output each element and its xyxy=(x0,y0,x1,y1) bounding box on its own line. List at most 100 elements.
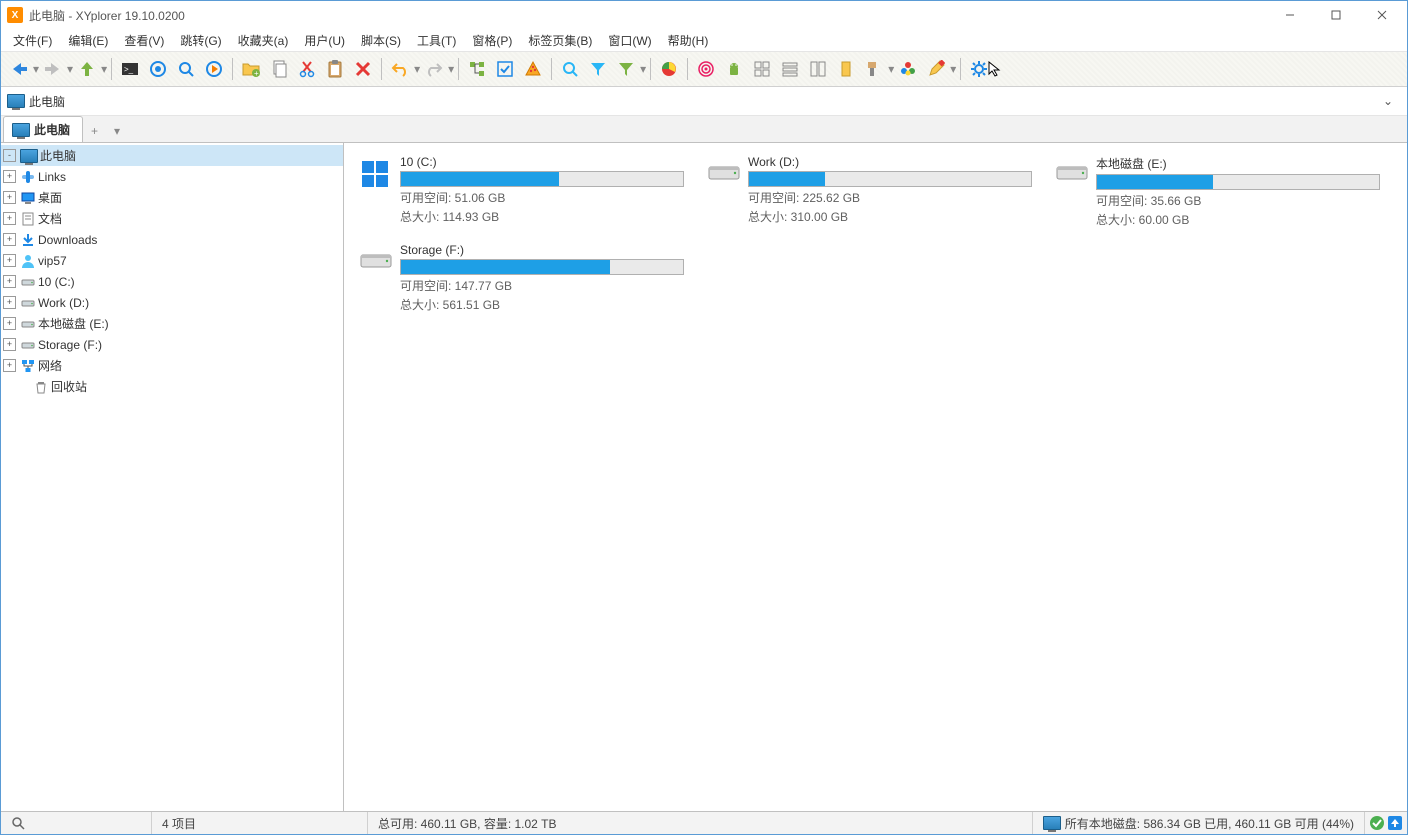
monitor-icon xyxy=(20,149,38,163)
funnel-green-icon[interactable] xyxy=(614,57,638,81)
search-icon[interactable] xyxy=(558,57,582,81)
tree-pane: -此电脑 + Links +桌面+文档+Downloads+vip57+10 (C:)… xyxy=(1,143,344,811)
menu-查看v[interactable]: 查看(V) xyxy=(116,30,172,51)
titlebar: X 此电脑 - XYplorer 19.10.0200 xyxy=(1,1,1407,29)
chart-icon[interactable] xyxy=(657,57,681,81)
grid-small-icon[interactable] xyxy=(750,57,774,81)
pencil-icon[interactable] xyxy=(924,57,948,81)
tree-item-downloads[interactable]: +Downloads xyxy=(1,229,343,250)
funnel-blue-icon[interactable] xyxy=(586,57,610,81)
drive-item[interactable]: 本地磁盘 (E:)可用空间: 35.66 GB总大小: 60.00 GB xyxy=(1040,151,1388,239)
paste-icon[interactable] xyxy=(323,57,347,81)
drive-item[interactable]: 10 (C:)可用空间: 51.06 GB总大小: 114.93 GB xyxy=(344,151,692,239)
minimize-button[interactable] xyxy=(1267,1,1313,29)
tree-label: 网络 xyxy=(38,357,62,374)
tree-item-workd[interactable]: +Work (D:) xyxy=(1,292,343,313)
menu-窗格p[interactable]: 窗格(P) xyxy=(464,30,520,51)
play-circle-icon[interactable] xyxy=(202,57,226,81)
tree-expand[interactable]: + xyxy=(3,275,16,288)
redo-icon[interactable] xyxy=(422,57,446,81)
user-icon xyxy=(20,253,36,269)
tree-expand[interactable]: + xyxy=(3,170,16,183)
drive-item[interactable]: Work (D:)可用空间: 225.62 GB总大小: 310.00 GB xyxy=(692,151,1040,239)
new-folder-icon[interactable]: + xyxy=(239,57,263,81)
tree-item-vip57[interactable]: +vip57 xyxy=(1,250,343,271)
drive-bar xyxy=(400,171,684,187)
status-search[interactable] xyxy=(1,812,152,834)
tree-item-[interactable]: -此电脑 xyxy=(1,145,343,166)
spiral-icon[interactable] xyxy=(694,57,718,81)
status-disks: 所有本地磁盘: 586.34 GB 已用, 460.11 GB 可用 (44%) xyxy=(1033,812,1365,834)
menu-编辑e[interactable]: 编辑(E) xyxy=(60,30,116,51)
tree-expand[interactable]: + xyxy=(3,254,16,267)
brush-icon[interactable] xyxy=(862,57,886,81)
up-button[interactable] xyxy=(75,57,99,81)
menu-帮助h[interactable]: 帮助(H) xyxy=(660,30,717,51)
up-dropdown[interactable]: ▾ xyxy=(101,62,107,76)
tree-item-10c[interactable]: +10 (C:) xyxy=(1,271,343,292)
menu-标签页集b[interactable]: 标签页集(B) xyxy=(520,30,600,51)
tab-list-button[interactable]: ▾ xyxy=(106,120,128,142)
tree-label: Links xyxy=(38,170,66,184)
menu-窗口w[interactable]: 窗口(W) xyxy=(600,30,659,51)
tree-item-e[interactable]: +本地磁盘 (E:) xyxy=(1,313,343,334)
redo-dropdown[interactable]: ▾ xyxy=(448,62,454,76)
search-icon xyxy=(11,816,25,830)
undo-icon[interactable] xyxy=(388,57,412,81)
up-icon[interactable] xyxy=(1387,815,1403,831)
drive-icon xyxy=(700,155,748,235)
menu-跳转g[interactable]: 跳转(G) xyxy=(172,30,229,51)
tree-expand[interactable]: + xyxy=(3,191,16,204)
tree-expand[interactable]: + xyxy=(3,212,16,225)
select-icon[interactable] xyxy=(493,57,517,81)
pencil-dropdown[interactable]: ▾ xyxy=(950,62,956,76)
drive-free: 可用空间: 35.66 GB xyxy=(1096,192,1380,209)
menu-用户u[interactable]: 用户(U) xyxy=(296,30,353,51)
columns-icon[interactable] xyxy=(806,57,830,81)
address-dropdown[interactable]: ⌄ xyxy=(1375,94,1401,108)
delete-icon[interactable] xyxy=(351,57,375,81)
funnel-dropdown[interactable]: ▾ xyxy=(640,62,646,76)
tree-item-[interactable]: +文档 xyxy=(1,208,343,229)
highlight-icon[interactable] xyxy=(834,57,858,81)
menu-文件f[interactable]: 文件(F) xyxy=(5,30,60,51)
tree-item-links[interactable]: + Links xyxy=(1,166,343,187)
color-wheel-icon[interactable] xyxy=(896,57,920,81)
tree-expand[interactable]: + xyxy=(3,296,16,309)
tree-expand[interactable]: + xyxy=(3,338,16,351)
tree-expand[interactable]: + xyxy=(3,359,16,372)
pizza-icon[interactable] xyxy=(521,57,545,81)
menu-工具t[interactable]: 工具(T) xyxy=(409,30,464,51)
menu-收藏夹a[interactable]: 收藏夹(a) xyxy=(230,30,297,51)
ok-icon xyxy=(1369,815,1385,831)
tree-expand[interactable]: - xyxy=(3,149,16,162)
tab-add-button[interactable]: + xyxy=(83,120,106,142)
maximize-button[interactable] xyxy=(1313,1,1359,29)
close-button[interactable] xyxy=(1359,1,1405,29)
tree-icon[interactable] xyxy=(465,57,489,81)
back-button[interactable] xyxy=(7,57,31,81)
status-summary: 总可用: 460.11 GB, 容量: 1.02 TB xyxy=(368,812,1033,834)
tree-item-[interactable]: 回收站 xyxy=(1,376,343,397)
cut-icon[interactable] xyxy=(295,57,319,81)
tree-item-[interactable]: +桌面 xyxy=(1,187,343,208)
menu-脚本s[interactable]: 脚本(S) xyxy=(353,30,409,51)
addressbar[interactable]: 此电脑 ⌄ xyxy=(1,87,1407,116)
terminal-icon[interactable]: >_ xyxy=(118,57,142,81)
brush-dropdown[interactable]: ▾ xyxy=(888,62,894,76)
search-blue-icon[interactable] xyxy=(174,57,198,81)
tree-expand[interactable]: + xyxy=(3,317,16,330)
drive-free: 可用空间: 225.62 GB xyxy=(748,189,1032,206)
tree-item-storagef[interactable]: +Storage (F:) xyxy=(1,334,343,355)
tab-thispc[interactable]: 此电脑 xyxy=(3,116,83,142)
desktop-icon xyxy=(20,190,36,206)
tree-expand xyxy=(18,381,29,392)
tree-item-[interactable]: + 网络 xyxy=(1,355,343,376)
android-icon[interactable] xyxy=(722,57,746,81)
drive-item[interactable]: Storage (F:)可用空间: 147.77 GB总大小: 561.51 G… xyxy=(344,239,692,327)
copy-icon[interactable] xyxy=(267,57,291,81)
target-icon[interactable] xyxy=(146,57,170,81)
forward-button[interactable] xyxy=(41,57,65,81)
list-icon[interactable] xyxy=(778,57,802,81)
tree-expand[interactable]: + xyxy=(3,233,16,246)
